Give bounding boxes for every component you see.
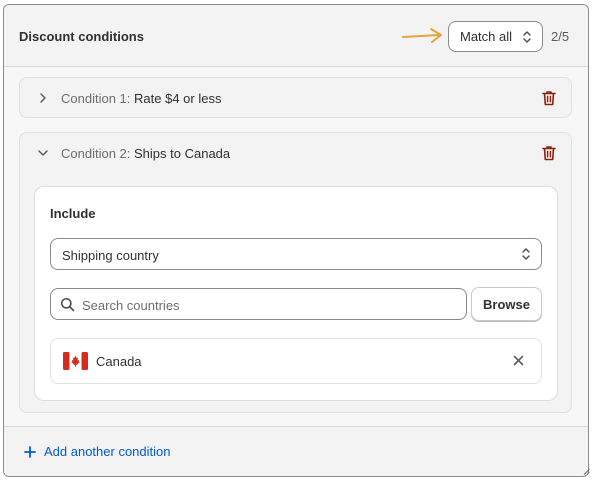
chevron-right-icon — [40, 93, 46, 103]
rule-field-select[interactable]: Shipping country — [50, 238, 542, 270]
search-icon — [60, 297, 75, 312]
condition-counter: 2/5 — [551, 29, 570, 44]
card-footer: Add another condition — [4, 426, 588, 476]
condition-1-text: Rate $4 or less — [134, 91, 222, 106]
trash-icon[interactable] — [540, 89, 558, 107]
condition-2-prefix: Condition 2: — [61, 146, 131, 161]
annotation-arrow-icon — [402, 28, 442, 43]
discount-conditions-card: Discount conditions Match all 2/5 Condit… — [3, 4, 589, 477]
search-placeholder: Search countries — [82, 298, 180, 313]
condition-2-header[interactable]: Condition 2: Ships to Canada — [20, 133, 571, 174]
match-all-label: Match all — [460, 29, 513, 44]
condition-1: Condition 1: Rate $4 or less — [19, 77, 572, 118]
include-label: Include — [50, 206, 96, 221]
resize-handle-icon — [583, 468, 590, 475]
card-title: Discount conditions — [19, 29, 144, 44]
trash-icon[interactable] — [540, 144, 558, 162]
add-condition-link[interactable]: Add another condition — [24, 444, 170, 459]
add-condition-label: Add another condition — [44, 444, 171, 459]
chevron-down-icon — [38, 150, 48, 156]
condition-2-text: Ships to Canada — [134, 146, 231, 161]
rule-field-value: Shipping country — [62, 248, 159, 263]
condition-1-prefix: Condition 1: — [61, 91, 131, 106]
include-rule-panel: Include Shipping country Search countrie… — [34, 186, 558, 401]
selected-country-item: Canada — [50, 338, 542, 384]
condition-2-label: Condition 2: Ships to Canada — [61, 146, 230, 161]
condition-1-label: Condition 1: Rate $4 or less — [61, 91, 221, 106]
match-all-select[interactable]: Match all — [448, 21, 543, 52]
browse-button[interactable]: Browse — [471, 287, 542, 321]
canada-flag-icon — [63, 352, 88, 370]
condition-1-header[interactable]: Condition 1: Rate $4 or less — [20, 78, 571, 119]
select-chevron-icon — [523, 31, 531, 43]
card-header: Discount conditions Match all 2/5 — [4, 5, 588, 67]
close-icon[interactable] — [513, 355, 524, 366]
country-name: Canada — [96, 354, 142, 369]
select-chevron-icon — [522, 248, 530, 260]
search-countries-input[interactable]: Search countries — [50, 288, 467, 320]
condition-2: Condition 2: Ships to Canada Include Shi… — [19, 132, 572, 413]
plus-icon — [24, 445, 36, 458]
